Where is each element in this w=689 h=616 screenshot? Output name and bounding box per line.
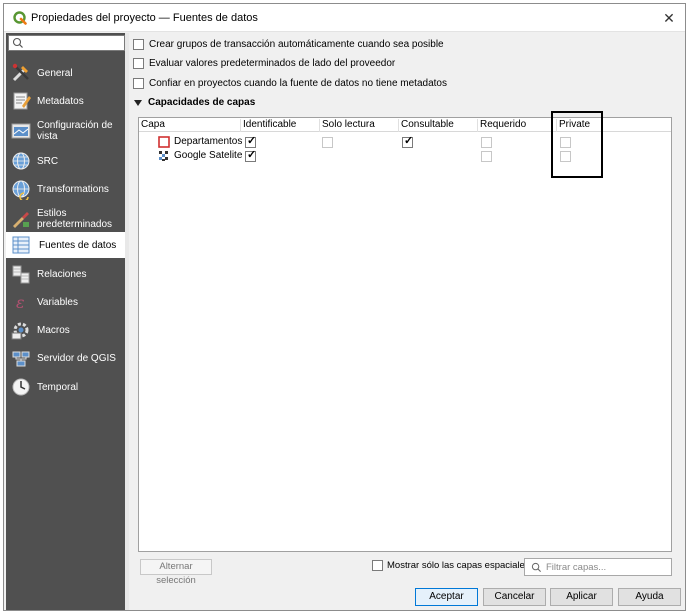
variables-icon: ε xyxy=(16,293,25,312)
option-label: Crear grupos de transacción automáticame… xyxy=(149,39,444,50)
globe-icon xyxy=(12,152,30,170)
clock-icon xyxy=(12,378,30,396)
sidebar-item-transformations[interactable]: Transformations xyxy=(6,176,127,202)
view-settings-icon xyxy=(11,123,31,139)
sidebar-item-variables[interactable]: ε Variables xyxy=(6,289,127,315)
sidebar-splitter[interactable] xyxy=(125,33,129,610)
option-trust-project[interactable]: Confiar en proyectos cuando la fuente de… xyxy=(133,78,447,89)
requerido-checkbox[interactable] xyxy=(481,151,492,162)
macros-icon xyxy=(11,322,29,340)
sidebar-item-estilos[interactable]: Estilos predeterminados xyxy=(6,204,127,234)
sidebar-item-label: General xyxy=(37,67,73,79)
sidebar-item-label: Transformations xyxy=(37,183,109,195)
sidebar-item-label: Variables xyxy=(37,296,78,308)
toggle-selection-button[interactable]: Alternar selección xyxy=(140,559,212,586)
layer-capabilities-table: Capa Identificable Solo lectura Consulta… xyxy=(138,117,672,552)
transaction-groups-checkbox[interactable] xyxy=(133,39,144,50)
layer-capabilities-header[interactable]: Capacidades de capas xyxy=(134,97,255,108)
sidebar-item-configuracion-vista[interactable]: Configuración de vista xyxy=(6,116,127,146)
sidebar-item-fuentes-datos[interactable]: Fuentes de datos xyxy=(6,232,127,258)
sidebar-item-temporal[interactable]: Temporal xyxy=(6,374,127,400)
option-transaction-groups[interactable]: Crear grupos de transacción automáticame… xyxy=(133,39,444,50)
sidebar-item-label: Servidor de QGIS xyxy=(37,352,116,364)
option-label: Evaluar valores predeterminados de lado … xyxy=(149,58,396,69)
relations-icon xyxy=(12,265,30,284)
sidebar-item-macros[interactable]: Macros xyxy=(6,317,127,343)
sidebar-item-label: Temporal xyxy=(37,381,79,393)
accept-button[interactable]: Aceptar xyxy=(415,588,478,606)
consultable-checkbox[interactable] xyxy=(402,134,413,148)
metadata-icon xyxy=(13,92,31,110)
help-button[interactable]: Ayuda xyxy=(618,588,681,606)
table-footer-bar: Alternar selección Mostrar sólo las capa… xyxy=(139,557,673,586)
sidebar-item-metadatos[interactable]: Metadatos xyxy=(6,88,127,114)
sidebar-item-label: Relaciones xyxy=(37,268,87,280)
title-bar: Propiedades del proyecto — Fuentes de da… xyxy=(4,4,685,32)
sidebar-item-servidor-qgis[interactable]: Servidor de QGIS xyxy=(6,345,127,371)
sidebar-item-label: Configuración de vista xyxy=(37,120,113,142)
transform-globe-icon xyxy=(12,180,30,200)
datasources-icon xyxy=(12,236,30,254)
spatial-only-option[interactable]: Mostrar sólo las capas espaciales xyxy=(372,560,530,571)
cancel-button[interactable]: Cancelar xyxy=(483,588,546,606)
polygon-layer-icon xyxy=(158,136,170,148)
trust-project-checkbox[interactable] xyxy=(133,78,144,89)
apply-button[interactable]: Aplicar xyxy=(550,588,613,606)
project-properties-window: Propiedades del proyecto — Fuentes de da… xyxy=(3,3,686,611)
tools-icon xyxy=(12,63,29,82)
filter-placeholder: Filtrar capas... xyxy=(546,562,607,573)
column-header-requerido[interactable]: Requerido xyxy=(478,119,557,132)
sidebar-item-label: SRC xyxy=(37,155,59,167)
section-title: Capacidades de capas xyxy=(148,97,256,108)
styles-icon xyxy=(13,212,29,228)
spatial-only-checkbox[interactable] xyxy=(372,560,383,571)
option-label: Mostrar sólo las capas espaciales xyxy=(387,560,530,571)
server-icon xyxy=(12,351,30,367)
provider-defaults-checkbox[interactable] xyxy=(133,58,144,69)
sidebar: General Metadatos Configuración de vista xyxy=(6,33,127,610)
private-column-highlight xyxy=(551,111,603,178)
layer-name: Departamentos xyxy=(174,136,243,147)
column-header-capa[interactable]: Capa xyxy=(139,119,241,132)
svg-text:ε: ε xyxy=(16,293,25,312)
search-icon xyxy=(531,562,542,573)
raster-layer-icon xyxy=(159,151,168,161)
sidebar-item-label: Macros xyxy=(37,324,70,336)
sidebar-item-general[interactable]: General xyxy=(6,60,127,86)
qgis-logo-icon xyxy=(13,11,27,25)
window-title: Propiedades del proyecto — Fuentes de da… xyxy=(31,12,258,24)
sidebar-item-relaciones[interactable]: Relaciones xyxy=(6,261,127,287)
sidebar-item-src[interactable]: SRC xyxy=(6,148,127,174)
layer-name: Google Satelite xyxy=(174,150,243,161)
identificable-checkbox[interactable] xyxy=(245,134,256,148)
sidebar-item-label: Fuentes de datos xyxy=(39,239,117,251)
column-header-consultable[interactable]: Consultable xyxy=(399,119,478,132)
option-label: Confiar en proyectos cuando la fuente de… xyxy=(149,78,447,89)
identificable-checkbox[interactable] xyxy=(245,148,256,162)
filter-layers-input[interactable]: Filtrar capas... xyxy=(524,558,672,576)
sidebar-item-label: Estilos predeterminados xyxy=(37,208,113,230)
column-header-solo-lectura[interactable]: Solo lectura xyxy=(320,119,399,132)
sidebar-item-label: Metadatos xyxy=(37,95,84,107)
close-button[interactable]: ✕ xyxy=(659,8,679,28)
sidebar-search-input[interactable] xyxy=(8,35,125,51)
solo-lectura-checkbox[interactable] xyxy=(322,137,333,148)
option-provider-defaults[interactable]: Evaluar valores predeterminados de lado … xyxy=(133,58,395,69)
search-icon xyxy=(12,37,23,48)
requerido-checkbox[interactable] xyxy=(481,137,492,148)
collapse-arrow-icon[interactable] xyxy=(134,99,142,106)
column-header-identificable[interactable]: Identificable xyxy=(241,119,320,132)
